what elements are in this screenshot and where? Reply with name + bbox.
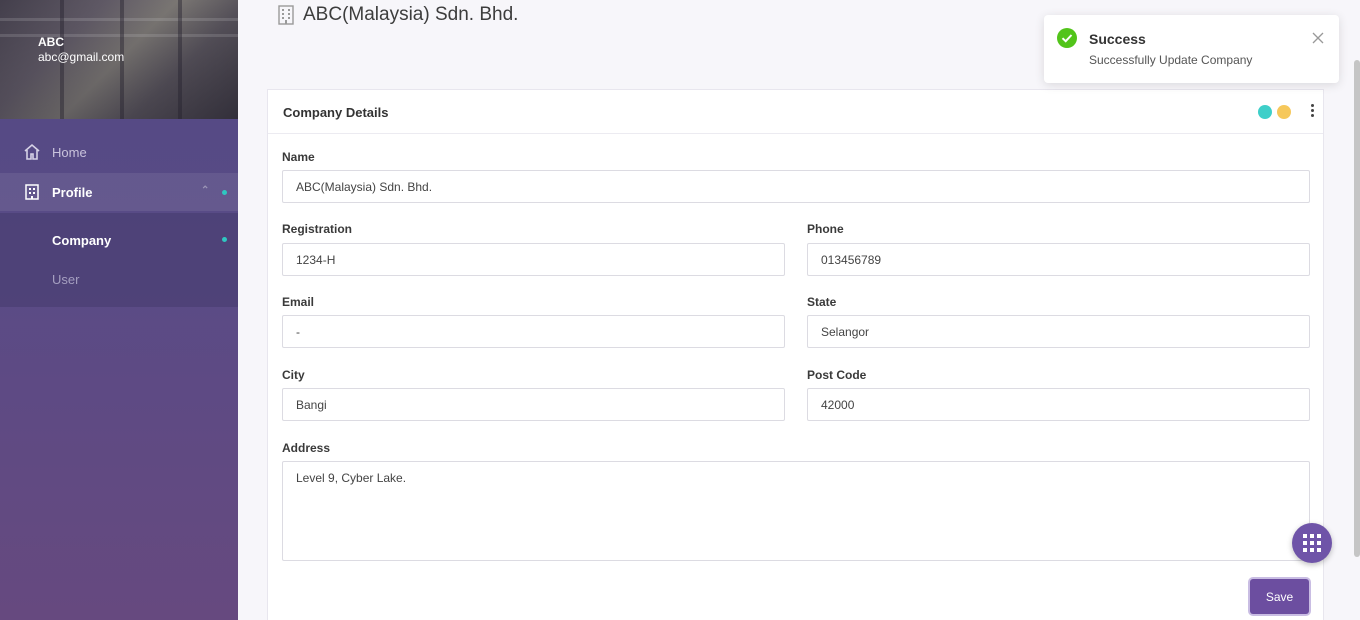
sidebar-item-label: Home — [52, 144, 87, 160]
chevron-up-icon[interactable]: ⌃ — [201, 185, 209, 196]
address-textarea[interactable]: Level 9, Cyber Lake. — [282, 461, 1310, 561]
postcode-field[interactable]: 42000 — [807, 388, 1310, 421]
postcode-label: Post Code — [807, 368, 867, 382]
grid-icon — [1303, 534, 1321, 552]
toast-message: Successfully Update Company — [1089, 53, 1253, 67]
sidebar-item-label: Profile — [52, 184, 93, 200]
sidebar-banner: ABC abc@gmail.com — [0, 0, 238, 119]
email-field[interactable]: - — [282, 315, 785, 348]
page-header: ABC(Malaysia) Sdn. Bhd. — [277, 4, 518, 26]
state-field[interactable]: Selangor — [807, 315, 1310, 348]
phone-label: Phone — [807, 222, 844, 236]
name-label: Name — [282, 150, 315, 164]
active-indicator-dot — [222, 237, 227, 242]
profile-submenu: Company User — [0, 213, 238, 307]
building-icon — [25, 184, 39, 200]
check-circle-icon — [1057, 28, 1077, 48]
building-icon — [278, 5, 294, 25]
close-icon[interactable] — [1312, 32, 1324, 44]
page-title: ABC(Malaysia) Sdn. Bhd. — [303, 4, 519, 25]
sidebar: ABC abc@gmail.com Home Profile ⌃ Company… — [0, 0, 238, 620]
home-icon — [24, 143, 40, 160]
registration-field[interactable]: 1234-H — [282, 243, 785, 276]
scrollbar[interactable] — [1354, 60, 1360, 557]
active-indicator-dot — [222, 190, 227, 195]
toast-title: Success — [1089, 31, 1146, 47]
city-field[interactable]: Bangi — [282, 388, 785, 421]
email-label: Email — [282, 295, 315, 309]
address-label: Address — [282, 441, 331, 455]
success-toast: Success Successfully Update Company — [1044, 15, 1339, 83]
phone-field[interactable]: 013456789 — [807, 243, 1310, 276]
status-dot-teal — [1258, 105, 1272, 119]
sidebar-item-profile[interactable]: Profile ⌃ — [0, 173, 238, 211]
status-dot-yellow — [1277, 105, 1291, 119]
more-options-icon[interactable] — [1306, 104, 1318, 120]
sidebar-item-company[interactable]: Company — [52, 233, 111, 248]
sidebar-item-user[interactable]: User — [52, 272, 79, 287]
user-email: abc@gmail.com — [38, 50, 125, 64]
city-label: City — [282, 368, 305, 382]
registration-label: Registration — [282, 222, 353, 236]
sidebar-item-home[interactable]: Home — [0, 133, 238, 171]
user-name: ABC — [38, 35, 64, 49]
card-header: Company Details — [268, 90, 1323, 134]
apps-menu-button[interactable] — [1292, 523, 1332, 563]
save-button[interactable]: Save — [1250, 579, 1309, 614]
state-label: State — [807, 295, 837, 309]
card-title: Company Details — [283, 105, 389, 120]
name-field[interactable]: ABC(Malaysia) Sdn. Bhd. — [282, 170, 1310, 203]
